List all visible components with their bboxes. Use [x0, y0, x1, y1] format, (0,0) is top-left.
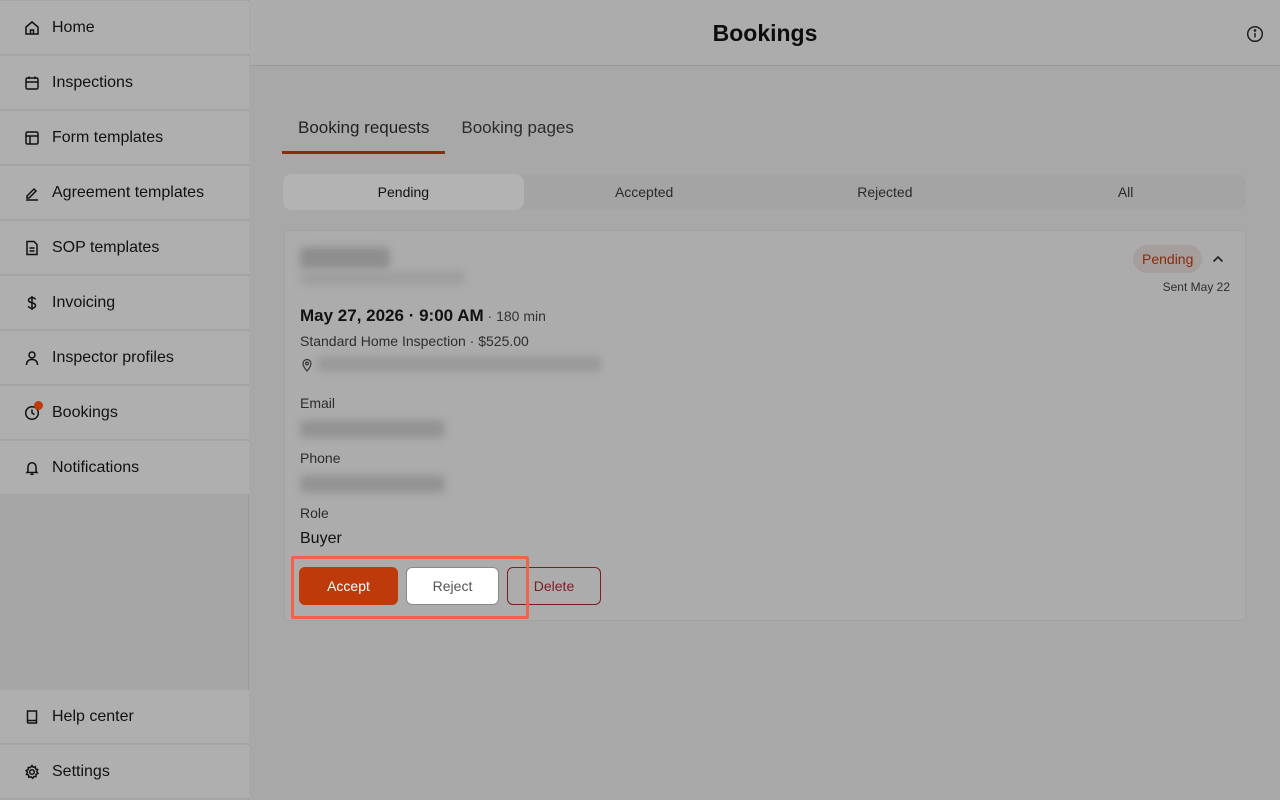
role-label: Role — [300, 505, 329, 521]
book-icon — [24, 709, 40, 725]
tab-booking-pages[interactable]: Booking pages — [445, 102, 589, 154]
document-icon — [24, 240, 40, 256]
layout-icon — [24, 130, 40, 146]
info-icon[interactable] — [1246, 25, 1264, 43]
filter-all[interactable]: All — [1005, 174, 1246, 210]
phone-label: Phone — [300, 450, 341, 466]
sidebar-item-agreement-templates[interactable]: Agreement templates — [0, 166, 249, 220]
sidebar-item-bookings[interactable]: Bookings — [0, 386, 249, 440]
role-value: Buyer — [300, 530, 342, 547]
sidebar-item-inspections[interactable]: Inspections — [0, 56, 249, 110]
sent-date: Sent May 22 — [1162, 280, 1230, 294]
tab-booking-requests[interactable]: Booking requests — [282, 102, 446, 154]
sidebar: Home Inspections Form templates Agreemen… — [0, 0, 249, 800]
address-redacted — [317, 356, 602, 372]
sidebar-item-home[interactable]: Home — [0, 1, 249, 55]
sidebar-item-label: Home — [52, 18, 95, 36]
status-badge: Pending — [1133, 245, 1203, 273]
chevron-up-icon[interactable] — [1211, 252, 1225, 266]
sidebar-item-label: Invoicing — [52, 293, 116, 311]
calendar-icon — [24, 75, 40, 91]
sidebar-item-label: Settings — [52, 762, 110, 780]
email-label: Email — [300, 395, 336, 411]
client-subtitle-redacted — [300, 271, 465, 285]
booking-duration: · 180 min — [483, 308, 546, 324]
sidebar-item-label: Inspections — [52, 73, 133, 91]
gear-icon — [24, 763, 40, 780]
map-pin-icon — [301, 358, 313, 372]
sidebar-item-label: SOP templates — [52, 238, 160, 256]
page-header: Bookings — [250, 0, 1280, 66]
client-name-redacted — [300, 247, 390, 269]
sidebar-item-label: Form templates — [52, 128, 164, 146]
sidebar-item-invoicing[interactable]: Invoicing — [0, 276, 249, 330]
filter-accepted[interactable]: Accepted — [524, 174, 765, 210]
email-redacted — [300, 420, 445, 438]
dollar-icon — [24, 295, 40, 311]
bell-icon — [24, 460, 40, 476]
sidebar-item-label: Inspector profiles — [52, 348, 174, 366]
sidebar-item-label: Bookings — [52, 403, 118, 421]
user-icon — [24, 350, 40, 366]
sidebar-item-form-templates[interactable]: Form templates — [0, 111, 249, 165]
signature-icon — [24, 185, 40, 201]
status-filter: Pending Accepted Rejected All — [283, 174, 1246, 210]
filter-pending[interactable]: Pending — [283, 174, 524, 210]
page-title: Bookings — [712, 20, 818, 46]
booking-datetime-text: May 27, 2026 · 9:00 AM — [300, 306, 484, 325]
booking-service: Standard Home Inspection · $525.00 — [300, 333, 529, 349]
sidebar-item-settings[interactable]: Settings — [0, 745, 249, 799]
sidebar-item-help-center[interactable]: Help center — [0, 690, 249, 744]
sidebar-item-notifications[interactable]: Notifications — [0, 441, 249, 495]
clock-icon — [24, 400, 43, 421]
home-icon — [24, 20, 40, 36]
booking-tabs: Booking requests Booking pages — [282, 102, 590, 154]
notification-dot — [34, 400, 43, 410]
booking-datetime: May 27, 2026 · 9:00 AM · 180 min — [300, 306, 546, 326]
sidebar-item-inspector-profiles[interactable]: Inspector profiles — [0, 331, 249, 385]
sidebar-item-label: Agreement templates — [52, 183, 205, 201]
sidebar-item-label: Help center — [52, 707, 134, 725]
filter-rejected[interactable]: Rejected — [765, 174, 1006, 210]
sidebar-item-label: Notifications — [52, 458, 140, 476]
phone-redacted — [300, 475, 445, 493]
action-highlight-box — [291, 556, 529, 619]
sidebar-item-sop-templates[interactable]: SOP templates — [0, 221, 249, 275]
